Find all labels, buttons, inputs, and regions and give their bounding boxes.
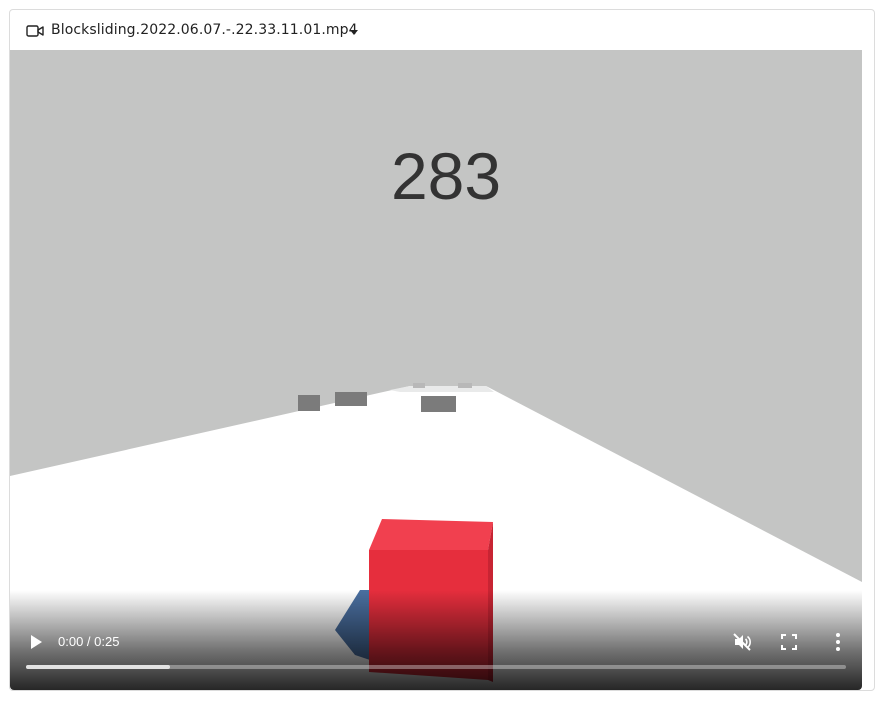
volume-muted-icon[interactable] (732, 632, 752, 652)
score-display: 283 (390, 139, 502, 213)
player-block-top (369, 519, 493, 550)
file-header: Blocksliding.2022.06.07.-.22.33.11.01.mp… (10, 10, 874, 51)
obstacle-block (458, 383, 472, 388)
video-camera-icon (26, 25, 44, 37)
time-display: 0:00 / 0:25 (58, 634, 120, 649)
obstacle-block (413, 383, 425, 388)
more-vertical-icon[interactable] (830, 632, 846, 652)
seek-bar[interactable] (26, 665, 846, 669)
obstacle-block (335, 392, 367, 406)
obstacle-block (298, 395, 320, 411)
obstacle-block (421, 396, 456, 412)
road-horizon-haze (390, 386, 494, 392)
fullscreen-icon[interactable] (781, 634, 797, 650)
file-name[interactable]: Blocksliding.2022.06.07.-.22.33.11.01.mp… (51, 22, 358, 38)
caret-down-icon[interactable] (350, 30, 358, 35)
seek-bar-buffered (26, 665, 170, 669)
play-icon[interactable] (28, 634, 44, 650)
video-player[interactable]: 283 0:00 / 0:25 (10, 50, 862, 690)
